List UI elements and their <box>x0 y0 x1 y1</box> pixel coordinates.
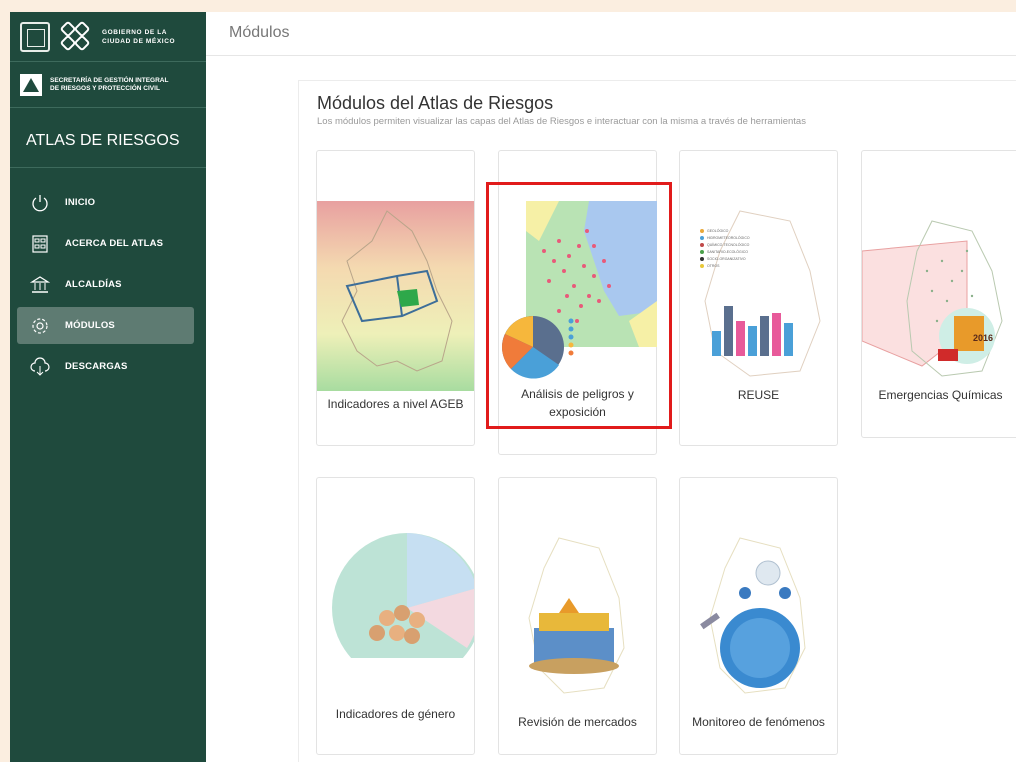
module-label: Emergencias Químicas <box>878 388 1003 402</box>
module-label: Revisión de mercados <box>518 715 637 729</box>
reuse-legend-item: SANITARIO-ECOLÓGICO <box>707 249 748 254</box>
reuse-chart-image: GEOLÓGICO HIDROMETEOROLÓGICO QUÍMICO-TEC… <box>700 210 821 377</box>
reuse-legend-item: HIDROMETEOROLÓGICO <box>707 235 750 240</box>
top-bar: Módulos <box>206 12 1016 56</box>
sidebar-item-acerca[interactable]: ACERCA DEL ATLAS <box>17 225 194 262</box>
sidebar-item-label: ACERCA DEL ATLAS <box>65 238 164 249</box>
module-label: Monitoreo de fenómenos <box>692 715 825 729</box>
sidebar-item-label: MÓDULOS <box>65 320 115 331</box>
reuse-legend-item: OTROS <box>707 264 720 268</box>
secretaria-line2: DE RIESGOS Y PROTECCIÓN CIVIL <box>50 84 160 92</box>
reuse-legend-item: SOCIO-ORGANIZATIVO <box>707 257 746 261</box>
page-subtitle: Los módulos permiten visualizar las capa… <box>317 116 806 127</box>
breadcrumb-title: Módulos <box>229 24 290 41</box>
secretaria-line1: SECRETARÍA DE GESTIÓN INTEGRAL <box>50 76 169 84</box>
triangle-logo-icon <box>20 73 42 96</box>
reuse-legend-item: GEOLÓGICO <box>707 228 729 233</box>
sidebar-item-inicio[interactable]: INICIO <box>17 184 194 221</box>
sidebar-item-label: DESCARGAS <box>65 361 128 372</box>
module-card-reuse[interactable]: GEOLÓGICO HIDROMETEOROLÓGICO QUÍMICO-TEC… <box>679 150 838 446</box>
module-card-genero[interactable]: Indicadores de género <box>316 477 475 755</box>
sidebar-nav: INICIO ACERCA DEL ATLAS ALCALDÍAS MÓDULO… <box>10 168 206 385</box>
cloud-download-icon <box>29 356 51 378</box>
quimicas-year: 2016 <box>973 333 993 343</box>
document-icon <box>29 233 51 255</box>
power-icon <box>29 192 51 214</box>
sidebar: GOBIERNO DE LA CIUDAD DE MÉXICO SECRETAR… <box>10 12 206 762</box>
module-label: Indicadores a nivel AGEB <box>327 397 464 411</box>
module-card-mercados[interactable]: Revisión de mercados <box>498 477 657 755</box>
gear-icon <box>29 315 51 337</box>
module-card-ageb[interactable]: Indicadores a nivel AGEB <box>316 150 475 446</box>
module-label: Indicadores de género <box>335 707 456 721</box>
mercados-image <box>528 537 625 694</box>
secretaria-block: SECRETARÍA DE GESTIÓN INTEGRAL DE RIESGO… <box>10 62 206 108</box>
sidebar-item-modulos[interactable]: MÓDULOS <box>17 307 194 344</box>
page-title: Módulos del Atlas de Riesgos <box>317 93 554 113</box>
module-card-monitoreo[interactable]: Monitoreo de fenómenos <box>679 477 838 755</box>
app-title: ATLAS DE RIESGOS <box>10 108 206 168</box>
genero-chart-image <box>332 533 474 658</box>
sidebar-logos: GOBIERNO DE LA CIUDAD DE MÉXICO <box>10 12 206 62</box>
sidebar-item-descargas[interactable]: DESCARGAS <box>17 348 194 385</box>
gobierno-line2: CIUDAD DE MÉXICO <box>102 37 176 45</box>
ageb-map-image <box>317 201 474 391</box>
gobierno-line1: GOBIERNO DE LA <box>102 28 168 36</box>
sidebar-item-label: ALCALDÍAS <box>65 279 122 290</box>
quimicas-map-image: 2016 <box>862 220 1003 377</box>
selection-highlight <box>486 182 672 429</box>
sidebar-item-label: INICIO <box>65 197 96 208</box>
cdmx-shield-logo <box>20 21 50 52</box>
cdmx-logo-icon <box>59 20 92 53</box>
building-icon <box>29 274 51 296</box>
monitoreo-image <box>700 537 806 694</box>
module-label: REUSE <box>737 388 780 402</box>
module-card-emergencias[interactable]: 2016 Emergencias Químicas <box>861 150 1016 438</box>
gobierno-text: GOBIERNO DE LA CIUDAD DE MÉXICO <box>102 28 175 46</box>
sidebar-item-alcaldias[interactable]: ALCALDÍAS <box>17 266 194 303</box>
reuse-legend-item: QUÍMICO-TECNOLÓGICO <box>707 242 750 247</box>
